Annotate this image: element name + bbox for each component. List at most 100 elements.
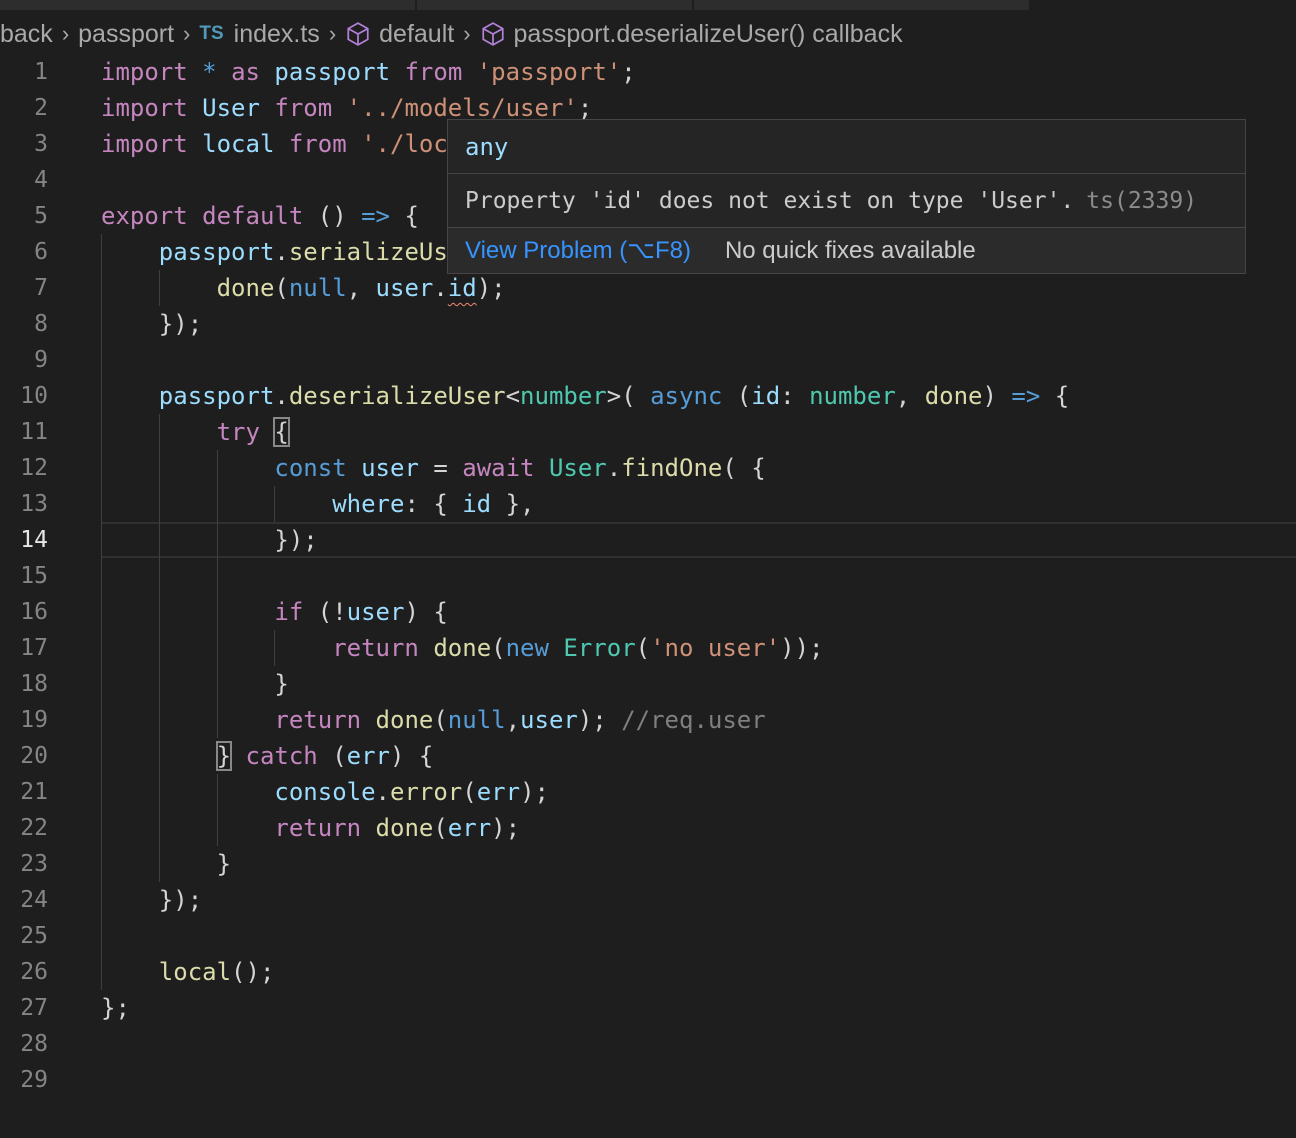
line-number: 23	[20, 851, 48, 877]
code-token: (	[462, 778, 477, 806]
tab[interactable]	[694, 0, 1029, 10]
code-line[interactable]: const user = await User.findOne( {	[101, 450, 1296, 486]
code-token: >(	[606, 382, 651, 410]
tab[interactable]	[0, 0, 415, 10]
line-number: 22	[20, 815, 48, 841]
line-number: 8	[34, 311, 48, 337]
view-problem-link[interactable]: View Problem (⌥F8)	[465, 236, 691, 265]
code-token: (	[433, 814, 448, 842]
indent-guide	[216, 450, 218, 738]
code-token: User	[202, 94, 260, 122]
code-line[interactable]: try {	[101, 414, 1296, 450]
code-token: ;	[577, 94, 593, 122]
code-line[interactable]	[101, 342, 1296, 378]
no-quick-fixes-label: No quick fixes available	[724, 236, 976, 264]
breadcrumb-item[interactable]: default	[379, 20, 454, 49]
typescript-file-icon: TS	[199, 23, 224, 44]
code-line[interactable]: import * as passport from 'passport';	[101, 54, 1296, 90]
line-number: 7	[34, 275, 48, 301]
code-token: ( {	[722, 454, 766, 482]
line-number-gutter: 1 2 3 4 5 6 7 8 9 10 11 12 13 14 15 16 17 18 19 20 21 22 23 24 2…	[0, 54, 48, 1098]
code-token: passport	[274, 58, 391, 86]
line-number: 26	[20, 959, 48, 985]
code-line[interactable]: console.error(err);	[101, 774, 1296, 810]
code-token: user	[520, 706, 578, 734]
code-token: =	[418, 454, 463, 482]
code-line[interactable]: });	[101, 306, 1296, 342]
code-token: .	[606, 454, 622, 482]
code-token: ));	[780, 634, 824, 662]
code-token: });	[101, 526, 318, 554]
code-line[interactable]: where: { id },	[101, 486, 1296, 522]
code-line[interactable]	[101, 558, 1296, 594]
code-line[interactable]: }	[101, 666, 1296, 702]
breadcrumb-item[interactable]: index.ts	[234, 20, 320, 49]
code-line[interactable]: };	[101, 990, 1296, 1026]
code-token: .	[274, 238, 289, 266]
code-line[interactable]: });	[101, 522, 1296, 558]
cube-icon	[347, 22, 369, 46]
code-line[interactable]: return done(null,user); //req.user	[101, 702, 1296, 738]
breadcrumb-item[interactable]: passport	[78, 20, 174, 49]
code-token: return	[332, 634, 419, 662]
code-token: const	[274, 454, 347, 482]
tab[interactable]	[417, 0, 692, 10]
code-token: *	[202, 58, 217, 86]
code-token: Error	[563, 634, 636, 662]
code-line[interactable]: local();	[101, 954, 1296, 990]
code-line[interactable]: return done(new Error('no user'));	[101, 630, 1296, 666]
code-token: :	[780, 382, 810, 410]
error-message: Property 'id' does not exist on type 'Us…	[465, 187, 1075, 214]
code-line[interactable]: done(null, user.id);	[101, 270, 1296, 306]
code-token: });	[101, 886, 203, 914]
code-line[interactable]: } catch (err) {	[101, 738, 1296, 774]
code-token: =>	[1011, 382, 1041, 410]
tab-strip	[0, 0, 1296, 10]
code-token: );	[491, 814, 521, 842]
chevron-right-icon: ›	[61, 21, 70, 46]
code-token: err	[346, 742, 391, 770]
code-token: ,	[346, 274, 376, 302]
code-line[interactable]	[101, 1026, 1296, 1062]
breadcrumb: back › passport › TS index.ts › default …	[0, 12, 903, 56]
code-token: try	[216, 418, 260, 446]
code-token: passport	[158, 382, 275, 410]
line-number: 5	[34, 203, 48, 229]
code-line[interactable]: }	[101, 846, 1296, 882]
code-token: }	[101, 850, 232, 878]
code-token: where	[332, 490, 405, 518]
indent-guide	[158, 414, 160, 882]
line-number: 17	[20, 635, 48, 661]
breadcrumb-item[interactable]: passport.deserializeUser() callback	[514, 20, 903, 49]
code-token: from	[288, 130, 347, 158]
breadcrumb-item[interactable]: back	[0, 20, 53, 49]
code-token: //req.user	[621, 706, 766, 734]
code-line[interactable]: return done(err);	[101, 810, 1296, 846]
code-line[interactable]	[101, 918, 1296, 954]
code-line[interactable]: if (!user) {	[101, 594, 1296, 630]
line-number: 19	[20, 707, 48, 733]
code-token: done	[375, 706, 434, 734]
code-token: },	[491, 490, 535, 518]
error-code: ts(2339)	[1086, 187, 1198, 214]
code-line[interactable]	[101, 1062, 1296, 1098]
chevron-right-icon: ›	[183, 21, 191, 46]
chevron-right-icon: ›	[328, 21, 337, 46]
code-line[interactable]: passport.deserializeUser<number>( async …	[101, 378, 1296, 414]
code-token: null	[288, 274, 347, 302]
code-line[interactable]: });	[101, 882, 1296, 918]
code-token: 'passport'	[476, 58, 622, 86]
